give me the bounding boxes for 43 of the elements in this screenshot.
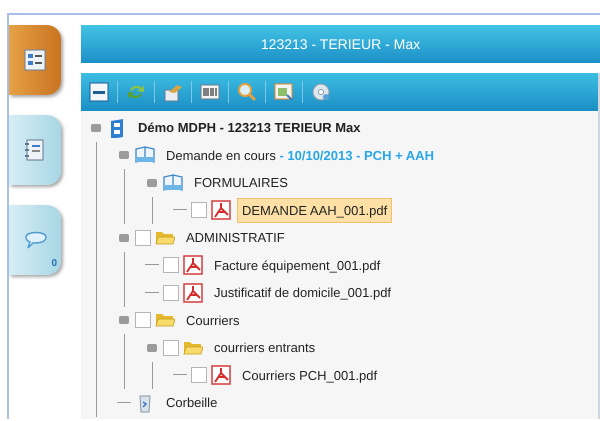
collapse-button[interactable] (87, 80, 111, 104)
tree-node-label[interactable]: FORMULAIRES (189, 170, 293, 196)
side-tab[interactable] (9, 25, 61, 95)
checkbox[interactable] (163, 284, 179, 301)
collapse-icon (89, 82, 109, 102)
checkbox[interactable] (163, 340, 179, 356)
checkbox[interactable] (135, 230, 151, 246)
tree-node-label[interactable]: courriers entrants (209, 335, 320, 360)
count-label: 0 (51, 257, 57, 271)
collapse-toggle[interactable] (145, 178, 159, 188)
collapse-toggle[interactable] (117, 315, 131, 326)
tree-node-label[interactable]: Demande en cours - 10/10/2013 - PCH + AAH (161, 142, 439, 168)
disc-icon (311, 82, 331, 102)
tree-node-label[interactable]: Courriers PCH_001.pdf (237, 362, 382, 388)
collapse-toggle[interactable] (89, 122, 103, 133)
pdf-icon (183, 282, 203, 303)
search-icon (237, 82, 257, 102)
tree-node-label[interactable]: Corbeille (161, 390, 222, 416)
tree-node-label[interactable]: Démo MDPH - 123213 TERIEUR Max (133, 115, 366, 140)
tree-node-label[interactable]: DEMANDE AAH_001.pdf (237, 198, 392, 223)
image-window-icon (274, 82, 294, 102)
checkbox[interactable] (135, 312, 151, 328)
box-arrow-icon (163, 82, 183, 102)
collapse-toggle[interactable] (145, 342, 159, 353)
tree-list-icon (23, 48, 47, 72)
checkbox[interactable] (191, 202, 207, 218)
tree-node-label[interactable]: Facture équipement_001.pdf (209, 252, 386, 278)
collapse-toggle[interactable] (117, 150, 131, 160)
tree-node-label[interactable]: Courriers (181, 308, 244, 333)
search-button[interactable] (235, 80, 259, 104)
pdf-icon (211, 365, 231, 386)
header-bar: 123213 - TERIEUR - Max (81, 25, 600, 63)
open-book-icon (135, 145, 155, 166)
side-tab[interactable] (9, 115, 61, 185)
barcode-icon (200, 82, 220, 102)
tree-node-label[interactable]: ADMINISTRATIF (181, 225, 290, 250)
open-book-icon (163, 172, 183, 193)
pdf-icon (183, 255, 203, 276)
collapse-toggle[interactable] (117, 232, 131, 243)
checkbox[interactable] (163, 257, 179, 274)
checkbox[interactable] (191, 367, 207, 384)
tree-node-label[interactable]: Justificatif de domicile_001.pdf (209, 280, 396, 306)
pdf-icon (211, 200, 231, 220)
